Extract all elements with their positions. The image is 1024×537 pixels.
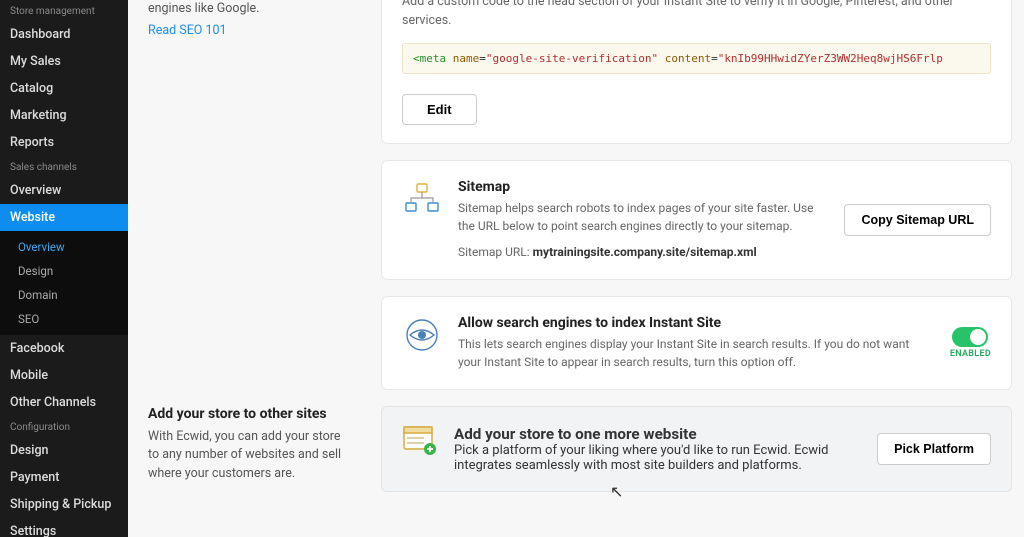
sidebar-item-cfg-design[interactable]: Design: [0, 437, 128, 464]
copy-sitemap-button[interactable]: Copy Sitemap URL: [844, 204, 991, 236]
edit-button[interactable]: Edit: [402, 94, 477, 125]
main: engines like Google. Read SEO 101 Header…: [128, 0, 1024, 537]
sidebar-sub-overview[interactable]: Overview: [0, 235, 128, 259]
sidebar-item-dashboard[interactable]: Dashboard: [0, 21, 128, 48]
header-meta-card: Header meta tags and site verification A…: [381, 0, 1012, 144]
indexing-toggle-label: ENABLED: [950, 349, 991, 359]
sidebar-item-mobile[interactable]: Mobile: [0, 362, 128, 389]
other-sites-left: Add your store to other sites With Ecwid…: [140, 406, 365, 488]
sitemap-title: Sitemap: [458, 179, 828, 195]
sidebar-header-channels: Sales channels: [0, 156, 128, 177]
sidebar-item-my-sales[interactable]: My Sales: [0, 48, 128, 75]
sidebar-item-facebook[interactable]: Facebook: [0, 335, 128, 362]
header-meta-desc: Add a custom code to the head section of…: [402, 0, 991, 31]
sidebar-item-cfg-shipping[interactable]: Shipping & Pickup: [0, 491, 128, 518]
sidebar-sub-design[interactable]: Design: [0, 259, 128, 283]
indexing-title: Allow search engines to index Instant Si…: [458, 315, 934, 331]
sitemap-url-value: mytrainingsite.company.site/sitemap.xml: [533, 245, 757, 259]
intro-fragment: engines like Google.: [148, 0, 345, 19]
pick-platform-button[interactable]: Pick Platform: [877, 433, 991, 465]
other-sites-title: Add your store to other sites: [148, 406, 345, 422]
eye-icon: [402, 315, 442, 355]
indexing-card: Allow search engines to index Instant Si…: [381, 296, 1012, 390]
indexing-desc: This lets search engines display your In…: [458, 335, 934, 371]
sitemap-card: Sitemap Sitemap helps search robots to i…: [381, 160, 1012, 280]
sidebar-item-overview[interactable]: Overview: [0, 177, 128, 204]
sidebar-item-catalog[interactable]: Catalog: [0, 75, 128, 102]
other-sites-desc: With Ecwid, you can add your store to an…: [148, 428, 345, 484]
sidebar-item-cfg-settings[interactable]: Settings: [0, 518, 128, 537]
sitemap-url-label: Sitemap URL:: [458, 245, 530, 259]
sidebar-item-other-channels[interactable]: Other Channels: [0, 389, 128, 416]
sidebar-item-reports[interactable]: Reports: [0, 129, 128, 156]
sidebar-item-marketing[interactable]: Marketing: [0, 102, 128, 129]
sitemap-desc: Sitemap helps search robots to index pag…: [458, 199, 828, 235]
read-seo-link[interactable]: Read SEO 101: [148, 23, 227, 38]
sidebar-sub-domain[interactable]: Domain: [0, 283, 128, 307]
pick-card-desc: Pick a platform of your liking where you…: [454, 443, 861, 473]
sidebar-header-store: Store management: [0, 0, 128, 21]
window-plus-icon: [402, 425, 438, 461]
indexing-toggle[interactable]: [952, 327, 988, 347]
intro-column: engines like Google. Read SEO 101: [140, 0, 365, 144]
sidebar-sublist: Overview Design Domain SEO: [0, 231, 128, 335]
pick-card-title: Add your store to one more website: [454, 425, 861, 443]
sidebar-sub-seo[interactable]: SEO: [0, 307, 128, 331]
pick-platform-card: Add your store to one more website Pick …: [381, 406, 1012, 492]
sidebar-header-config: Configuration: [0, 416, 128, 437]
meta-code-box: <meta name="google-site-verification" co…: [402, 43, 991, 74]
sitemap-icon: [402, 179, 442, 219]
sidebar: Store management Dashboard My Sales Cata…: [0, 0, 128, 537]
sidebar-item-cfg-payment[interactable]: Payment: [0, 464, 128, 491]
sidebar-item-website[interactable]: Website: [0, 204, 128, 231]
